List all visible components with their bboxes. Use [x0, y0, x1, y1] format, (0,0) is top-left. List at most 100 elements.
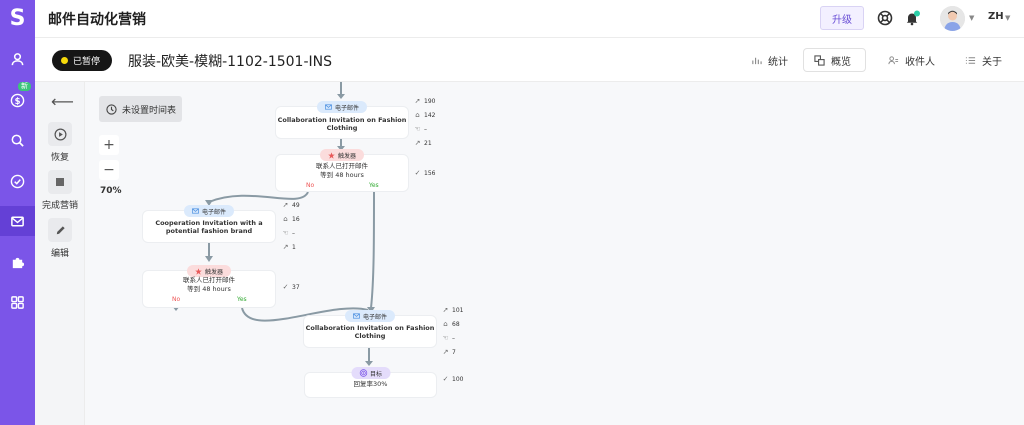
email-node-1[interactable]: 电子邮件 Collaboration Invitation on Fashion… — [276, 101, 408, 138]
click-icon: ☜ — [414, 125, 421, 133]
trigger-wait: 等到 48 hours — [320, 171, 364, 179]
pencil-icon — [56, 225, 65, 234]
email-2-stats: ➚ 49 ⌂ 16 ☜ – ↗ 1 — [282, 198, 306, 254]
sent-count: 190 — [424, 97, 436, 105]
sent-count: 101 — [452, 306, 464, 314]
click-icon: ☜ — [442, 334, 449, 342]
rail-item-contacts[interactable] — [0, 44, 35, 74]
goal-node[interactable]: 目标 回复率30% — [305, 367, 436, 397]
finish-button[interactable] — [48, 170, 72, 194]
open-icon: ⌂ — [283, 215, 288, 223]
rail-item-apps[interactable] — [0, 287, 35, 317]
email-node-3[interactable]: 电子邮件 Collaboration Invitation on Fashion… — [304, 310, 436, 347]
branch-no: No — [172, 296, 181, 303]
rail-item-tasks[interactable] — [0, 166, 35, 196]
email-chip: 电子邮件 — [344, 310, 396, 322]
overview-button[interactable]: 概览 — [803, 48, 866, 72]
resume-label: 恢复 — [50, 153, 69, 163]
trigger-wait: 等到 48 hours — [187, 285, 231, 293]
finish-label: 完成营销 — [41, 201, 78, 211]
send-icon: ➚ — [414, 97, 421, 105]
edit-button[interactable] — [48, 218, 72, 242]
about-label: 关于 — [982, 56, 1002, 68]
email-node-2[interactable]: 电子邮件 Cooperation Invitation with a poten… — [143, 205, 275, 242]
reply-count: 1 — [292, 243, 296, 251]
resume-tool[interactable]: 恢复 — [35, 122, 85, 163]
email-subject: Cooperation Invitation with a potential … — [155, 219, 263, 235]
check-icon: ✓ — [414, 169, 421, 177]
check-icon: ✓ — [442, 375, 449, 383]
reply-count: 21 — [424, 139, 432, 147]
status-badge[interactable]: 已暂停 — [52, 50, 112, 71]
recipients-button[interactable]: 收件人 — [878, 48, 945, 72]
click-count: – — [452, 334, 455, 342]
edit-label: 编辑 — [50, 249, 69, 259]
goal-count: 100 — [452, 375, 464, 383]
star-icon — [195, 267, 202, 275]
status-dot — [61, 57, 68, 64]
avatar[interactable] — [940, 6, 965, 31]
mail-icon — [192, 208, 199, 214]
grid-icon — [11, 295, 24, 309]
target-icon — [359, 369, 367, 377]
chevron-down-icon[interactable]: ▼ — [969, 14, 974, 22]
help-icon[interactable] — [877, 10, 893, 26]
trigger-node-2[interactable]: 触发器 联系人已打开邮件 等到 48 hours No Yes — [143, 265, 275, 307]
rail-item-search[interactable] — [0, 125, 35, 155]
zoom-level: 70% — [100, 186, 122, 196]
tool-column: ⟵ 恢复 完成营销 编辑 — [35, 82, 85, 425]
bell-icon[interactable] — [904, 10, 920, 26]
rail-item-email[interactable] — [0, 206, 35, 236]
email-chip: 电子邮件 — [183, 205, 235, 217]
recipients-icon — [888, 55, 899, 64]
goal-text: 回复率30% — [353, 380, 388, 388]
check-icon: ✓ — [282, 283, 289, 291]
trigger-2-stats: ✓ 37 — [282, 280, 306, 294]
branch-yes: Yes — [237, 296, 247, 303]
mail-icon — [11, 216, 24, 226]
resume-button[interactable] — [48, 122, 72, 146]
about-button[interactable]: 关于 — [955, 48, 1012, 72]
star-icon — [328, 151, 335, 159]
dollar-icon: $ — [10, 93, 25, 107]
branch-yes: Yes — [369, 182, 379, 189]
send-icon: ➚ — [282, 201, 289, 209]
svg-text:$: $ — [15, 95, 21, 105]
new-badge: 新 — [18, 82, 31, 91]
goal-stats: ✓ 100 — [442, 372, 466, 386]
mail-icon — [353, 313, 360, 319]
edit-tool[interactable]: 编辑 — [35, 218, 85, 259]
play-circle-icon — [54, 128, 66, 140]
top-bar: 邮件自动化营销 升级 ▼ ZH ▼ — [35, 0, 1024, 38]
upgrade-button[interactable]: 升级 — [820, 6, 864, 30]
open-icon: ⌂ — [443, 320, 448, 328]
schedule-button[interactable]: 未设置时间表 — [99, 96, 182, 122]
back-arrow-icon[interactable]: ⟵ — [51, 92, 74, 111]
puzzle-icon — [12, 257, 25, 268]
open-count: 68 — [452, 320, 460, 328]
stats-button[interactable]: 统计 — [741, 48, 798, 72]
language-selector[interactable]: ZH — [988, 11, 1004, 22]
user-icon — [11, 52, 24, 65]
finish-tool[interactable]: 完成营销 — [35, 170, 85, 211]
campaign-name: 服装-欧美-模糊-1102-1501-INS — [128, 54, 333, 70]
reply-icon: ↗ — [414, 139, 421, 147]
rail-item-integrations[interactable] — [0, 247, 35, 277]
zoom-in-button[interactable]: + — [99, 135, 119, 155]
zoom-out-button[interactable]: − — [99, 160, 119, 180]
check-circle-icon — [10, 174, 25, 188]
trigger-1-stats: ✓ 156 — [414, 166, 438, 180]
flow-canvas[interactable]: 未设置时间表 + − 70% — [86, 82, 1024, 425]
reply-icon: ↗ — [282, 243, 289, 251]
reply-count: 7 — [452, 348, 456, 356]
send-icon: ➚ — [442, 306, 449, 314]
avatar-image — [940, 6, 965, 31]
email-subject: Collaboration Invitation on Fashion Clot… — [277, 116, 407, 132]
app-logo[interactable]: S — [0, 4, 35, 34]
email-subject: Collaboration Invitation on Fashion Clot… — [305, 324, 435, 340]
chart-icon — [752, 57, 762, 64]
chevron-down-icon[interactable]: ▼ — [1005, 14, 1010, 22]
trigger-node-1[interactable]: 触发器 联系人已打开邮件 等到 48 hours No Yes — [276, 149, 408, 191]
email-1-stats: ➚ 190 ⌂ 142 ☜ – ↗ 21 — [414, 94, 438, 150]
open-count: 16 — [292, 215, 300, 223]
